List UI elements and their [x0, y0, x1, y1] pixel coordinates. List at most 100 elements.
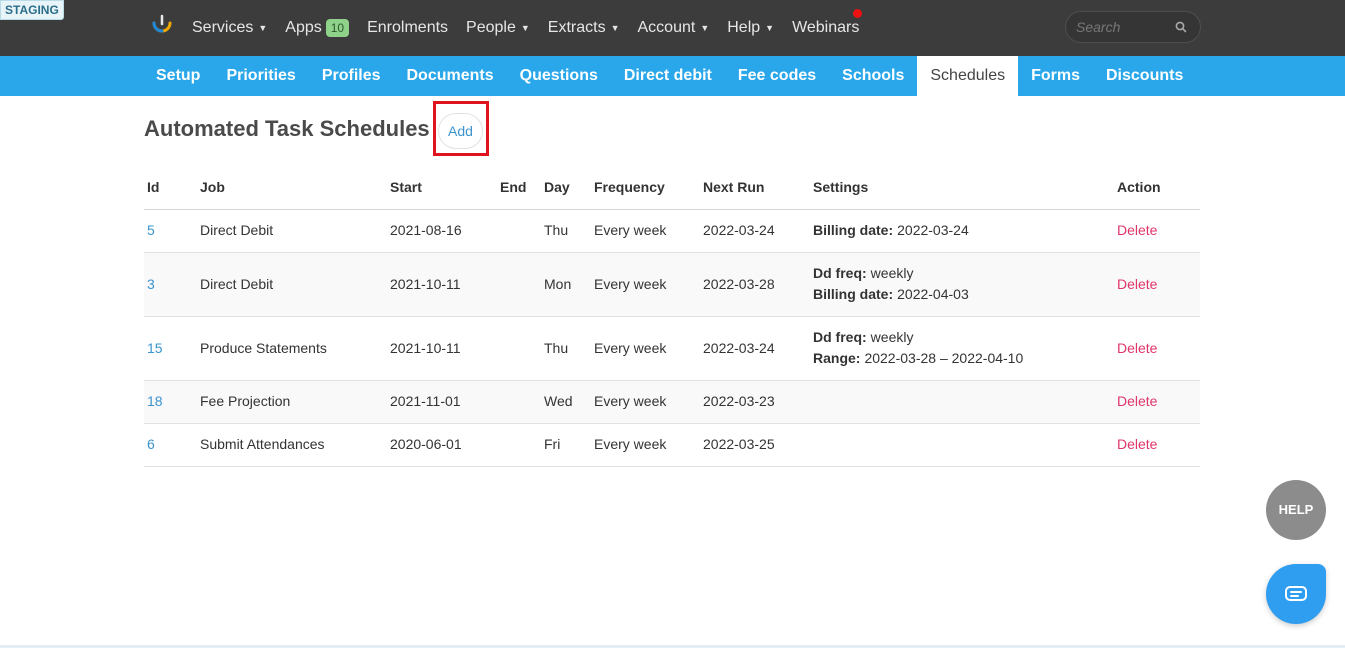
setting-value: weekly — [870, 265, 914, 281]
column-header-action: Action — [1117, 166, 1200, 210]
settings-tabs: Setup Priorities Profiles Documents Question… — [143, 56, 1196, 96]
caret-down-icon: ▼ — [258, 23, 268, 33]
delete-link[interactable]: Delete — [1117, 222, 1157, 238]
chat-button[interactable] — [1266, 564, 1326, 624]
tab-fee-codes[interactable]: Fee codes — [725, 56, 829, 96]
tab-priorities[interactable]: Priorities — [213, 56, 308, 96]
nav-webinars[interactable]: Webinars — [792, 19, 859, 37]
cell-end — [500, 209, 544, 253]
search-input[interactable] — [1076, 18, 1172, 36]
tab-setup[interactable]: Setup — [143, 56, 213, 96]
cell-job: Produce Statements — [200, 316, 390, 381]
nav-label: Enrolments — [367, 19, 449, 36]
table-row: 3 Direct Debit 2021-10-11 Mon Every week 2022… — [144, 252, 1200, 317]
cell-action: Delete — [1117, 316, 1200, 381]
cell-next-run: 2022-03-28 — [703, 252, 813, 317]
cell-action: Delete — [1117, 380, 1200, 424]
tab-direct-debit[interactable]: Direct debit — [611, 56, 725, 96]
cell-end — [500, 423, 544, 467]
chat-icon — [1285, 586, 1307, 601]
cell-day: Wed — [544, 380, 594, 424]
tab-documents[interactable]: Documents — [394, 56, 507, 96]
settings-tabs-bar: Setup Priorities Profiles Documents Question… — [0, 56, 1345, 96]
tab-discounts[interactable]: Discounts — [1093, 56, 1196, 96]
cell-id: 6 — [144, 423, 200, 467]
setting-line: Dd freq: weekly — [813, 327, 1117, 348]
setting-key: Dd freq: — [813, 265, 867, 281]
schedule-id-link[interactable]: 5 — [147, 222, 155, 238]
nav-label: Help — [727, 19, 761, 36]
cell-end — [500, 316, 544, 381]
nav-services[interactable]: Services ▼ — [192, 19, 267, 37]
schedule-id-link[interactable]: 18 — [147, 393, 163, 409]
cell-start: 2021-10-11 — [390, 252, 500, 317]
column-header-job: Job — [200, 166, 390, 210]
nav-enrolments[interactable]: Enrolments — [367, 19, 448, 37]
search-icon[interactable] — [1174, 20, 1188, 34]
tab-schedules[interactable]: Schedules — [917, 56, 1019, 96]
schedule-id-link[interactable]: 15 — [147, 340, 163, 356]
cell-id: 5 — [144, 209, 200, 253]
delete-link[interactable]: Delete — [1117, 436, 1157, 452]
cell-day: Thu — [544, 209, 594, 253]
tab-forms[interactable]: Forms — [1018, 56, 1093, 96]
nav-account[interactable]: Account ▼ — [638, 19, 710, 37]
cell-end — [500, 252, 544, 317]
logo-icon[interactable] — [150, 13, 174, 39]
cell-frequency: Every week — [594, 316, 703, 381]
setting-value: weekly — [870, 329, 914, 345]
cell-frequency: Every week — [594, 423, 703, 467]
cell-settings — [813, 423, 1117, 467]
delete-link[interactable]: Delete — [1117, 340, 1157, 356]
nav-help[interactable]: Help ▼ — [727, 19, 774, 37]
cell-next-run: 2022-03-25 — [703, 423, 813, 467]
table-row: 18 Fee Projection 2021-11-01 Wed Every week 2… — [144, 380, 1200, 424]
column-header-start: Start — [390, 166, 500, 210]
cell-settings: Billing date: 2022-03-24 — [813, 209, 1117, 253]
caret-down-icon: ▼ — [765, 23, 775, 33]
cell-job: Fee Projection — [200, 380, 390, 424]
schedule-id-link[interactable]: 3 — [147, 276, 155, 292]
setting-key: Billing date: — [813, 286, 894, 302]
cell-action: Delete — [1117, 252, 1200, 317]
caret-down-icon: ▼ — [610, 23, 620, 33]
nav-extracts[interactable]: Extracts ▼ — [548, 19, 620, 37]
setting-value: 2022-04-03 — [897, 286, 969, 302]
cell-start: 2021-10-11 — [390, 316, 500, 381]
page-title: Automated Task Schedules — [144, 116, 430, 141]
nav-apps[interactable]: Apps 10 — [285, 19, 350, 37]
tab-schools[interactable]: Schools — [829, 56, 917, 96]
cell-start: 2021-11-01 — [390, 380, 500, 424]
column-header-settings: Settings — [813, 166, 1117, 210]
tab-questions[interactable]: Questions — [507, 56, 611, 96]
nav-people[interactable]: People ▼ — [466, 19, 530, 37]
schedule-id-link[interactable]: 6 — [147, 436, 155, 452]
cell-id: 3 — [144, 252, 200, 317]
tab-profiles[interactable]: Profiles — [309, 56, 394, 96]
help-button[interactable]: HELP — [1266, 480, 1326, 540]
column-header-day: Day — [544, 166, 594, 210]
top-navbar: STAGING Services ▼ Apps 10 Enrolments People ▼… — [0, 0, 1345, 56]
setting-line: Dd freq: weekly — [813, 263, 1117, 284]
cell-day: Thu — [544, 316, 594, 381]
search-box[interactable] — [1065, 11, 1201, 43]
column-header-end: End — [500, 166, 544, 210]
delete-link[interactable]: Delete — [1117, 393, 1157, 409]
cell-day: Fri — [544, 423, 594, 467]
nav-label: Apps — [285, 19, 322, 36]
cell-next-run: 2022-03-24 — [703, 316, 813, 381]
caret-down-icon: ▼ — [700, 23, 710, 33]
cell-id: 18 — [144, 380, 200, 424]
delete-link[interactable]: Delete — [1117, 276, 1157, 292]
main-menu: Services ▼ Apps 10 Enrolments People ▼ Extracts… — [192, 0, 877, 56]
column-header-frequency: Frequency — [594, 166, 703, 210]
cell-day: Mon — [544, 252, 594, 317]
add-button[interactable]: Add — [438, 113, 483, 149]
setting-key: Range: — [813, 350, 861, 366]
nav-label: Services — [192, 19, 254, 36]
table-row: 15 Produce Statements 2021-10-11 Thu Every w… — [144, 316, 1200, 381]
column-header-id: Id — [144, 166, 200, 210]
nav-label: Webinars — [792, 19, 860, 36]
cell-frequency: Every week — [594, 380, 703, 424]
nav-label: Account — [637, 19, 696, 36]
